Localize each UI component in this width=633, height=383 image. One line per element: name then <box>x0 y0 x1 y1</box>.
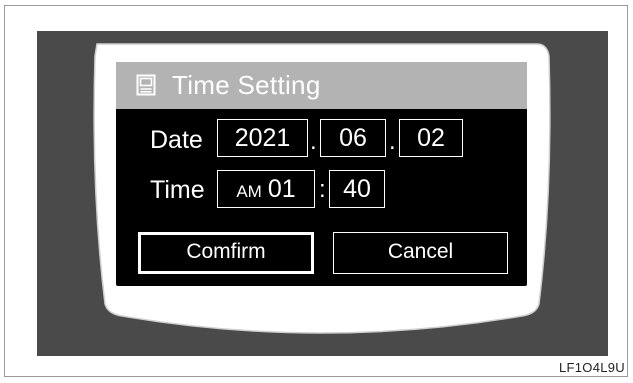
am-pm-indicator: AM <box>236 182 262 201</box>
date-separator-2: . <box>389 128 396 155</box>
hour-value: 01 <box>267 175 296 203</box>
date-label: Date <box>150 126 203 154</box>
display-panel-icon <box>136 74 156 96</box>
cancel-button[interactable]: Cancel <box>333 232 508 274</box>
month-field[interactable]: 06 <box>320 119 386 157</box>
confirm-button[interactable]: Comfirm <box>138 232 314 274</box>
time-label: Time <box>150 176 205 204</box>
time-separator: : <box>319 176 326 203</box>
minute-field[interactable]: 40 <box>329 170 385 208</box>
time-setting-screen: Time Setting Date 2021 . 06 . 02 Time AM… <box>116 62 527 286</box>
day-field[interactable]: 02 <box>399 119 463 157</box>
hour-field[interactable]: AM 01 <box>217 170 315 208</box>
title-bar: Time Setting <box>116 62 527 109</box>
date-separator-1: . <box>310 128 317 155</box>
year-field[interactable]: 2021 <box>217 119 308 157</box>
figure-code-label: LF1O4L9U <box>559 360 625 375</box>
dialog-title: Time Setting <box>172 70 321 100</box>
